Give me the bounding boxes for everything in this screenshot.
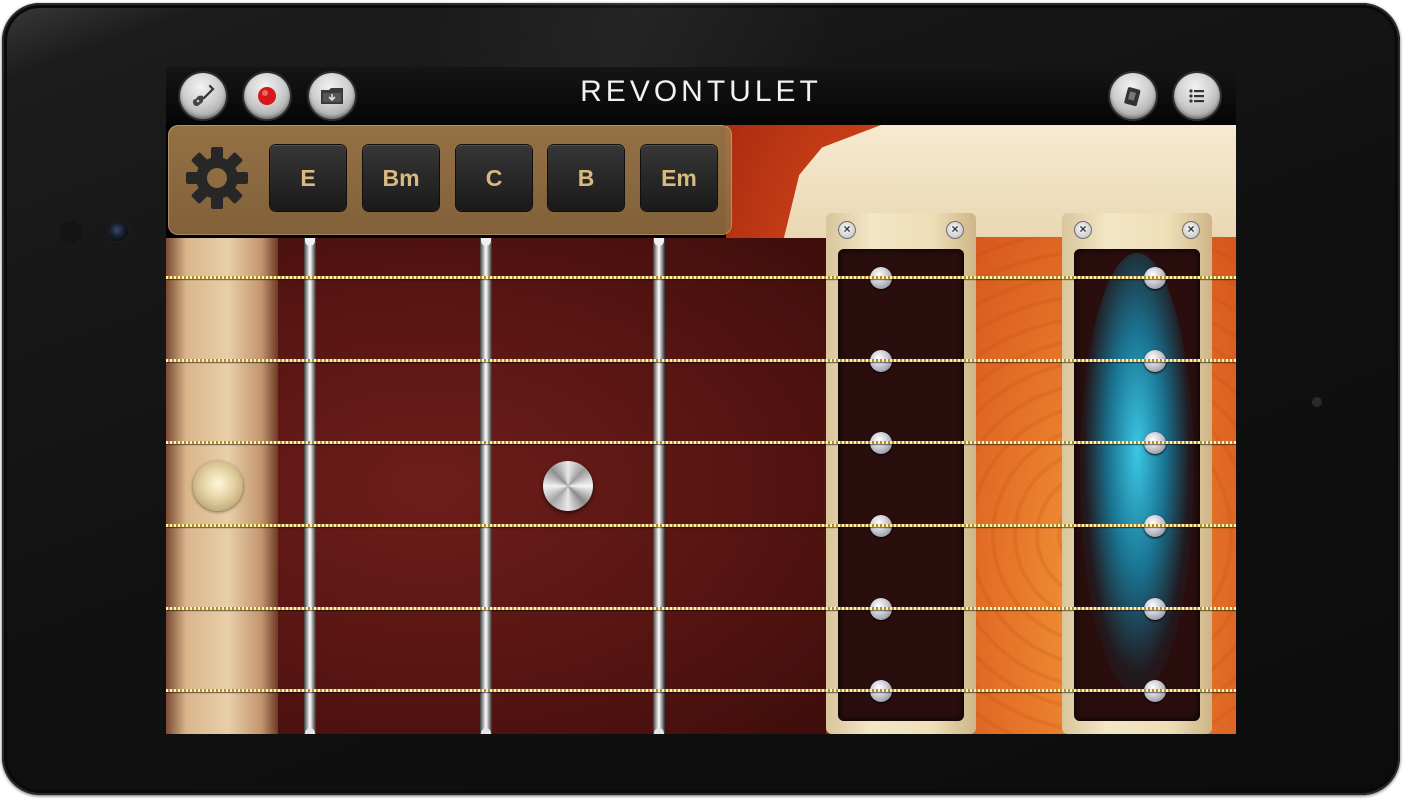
string-3[interactable] bbox=[166, 441, 1236, 444]
neck-pickup[interactable]: × × bbox=[826, 213, 976, 734]
string-6[interactable] bbox=[166, 689, 1236, 692]
light-sensor bbox=[60, 221, 82, 243]
sound-effects-icon bbox=[1124, 87, 1141, 107]
front-camera bbox=[108, 221, 128, 241]
chord-button-e[interactable]: E bbox=[270, 145, 346, 211]
sound-effects-button[interactable] bbox=[1110, 73, 1156, 119]
app-title: REVONTULET bbox=[580, 75, 822, 108]
chord-button-b[interactable]: B bbox=[548, 145, 624, 211]
chord-button-bm[interactable]: Bm bbox=[363, 145, 439, 211]
chord-button-c[interactable]: C bbox=[456, 145, 532, 211]
string-1[interactable] bbox=[166, 276, 1236, 279]
menu-list-icon bbox=[1189, 89, 1204, 103]
top-bar: REVONTULET bbox=[166, 67, 1236, 125]
app-screen: REVONTULET × × × × E Bm C B Em bbox=[166, 67, 1236, 734]
menu-button[interactable] bbox=[1174, 73, 1220, 119]
gear-icon bbox=[186, 147, 248, 209]
string-2[interactable] bbox=[166, 359, 1236, 362]
pickup-screw: × bbox=[1074, 221, 1092, 239]
fret-1 bbox=[304, 238, 316, 734]
fret-marker bbox=[543, 461, 593, 511]
chord-settings-button[interactable] bbox=[184, 145, 250, 211]
side-sensor bbox=[1312, 397, 1322, 407]
chord-panel: E Bm C B Em bbox=[168, 125, 732, 235]
fret-3 bbox=[653, 238, 665, 734]
chord-button-em[interactable]: Em bbox=[641, 145, 717, 211]
active-pickup-glow bbox=[1080, 253, 1194, 693]
fret-marker bbox=[193, 461, 243, 511]
string-4[interactable] bbox=[166, 524, 1236, 527]
fret-2 bbox=[480, 238, 492, 734]
bridge-pickup[interactable]: × × bbox=[1062, 213, 1212, 734]
string-5[interactable] bbox=[166, 607, 1236, 610]
pickup-screw: × bbox=[946, 221, 964, 239]
pickup-screw: × bbox=[838, 221, 856, 239]
pickup-screw: × bbox=[1182, 221, 1200, 239]
